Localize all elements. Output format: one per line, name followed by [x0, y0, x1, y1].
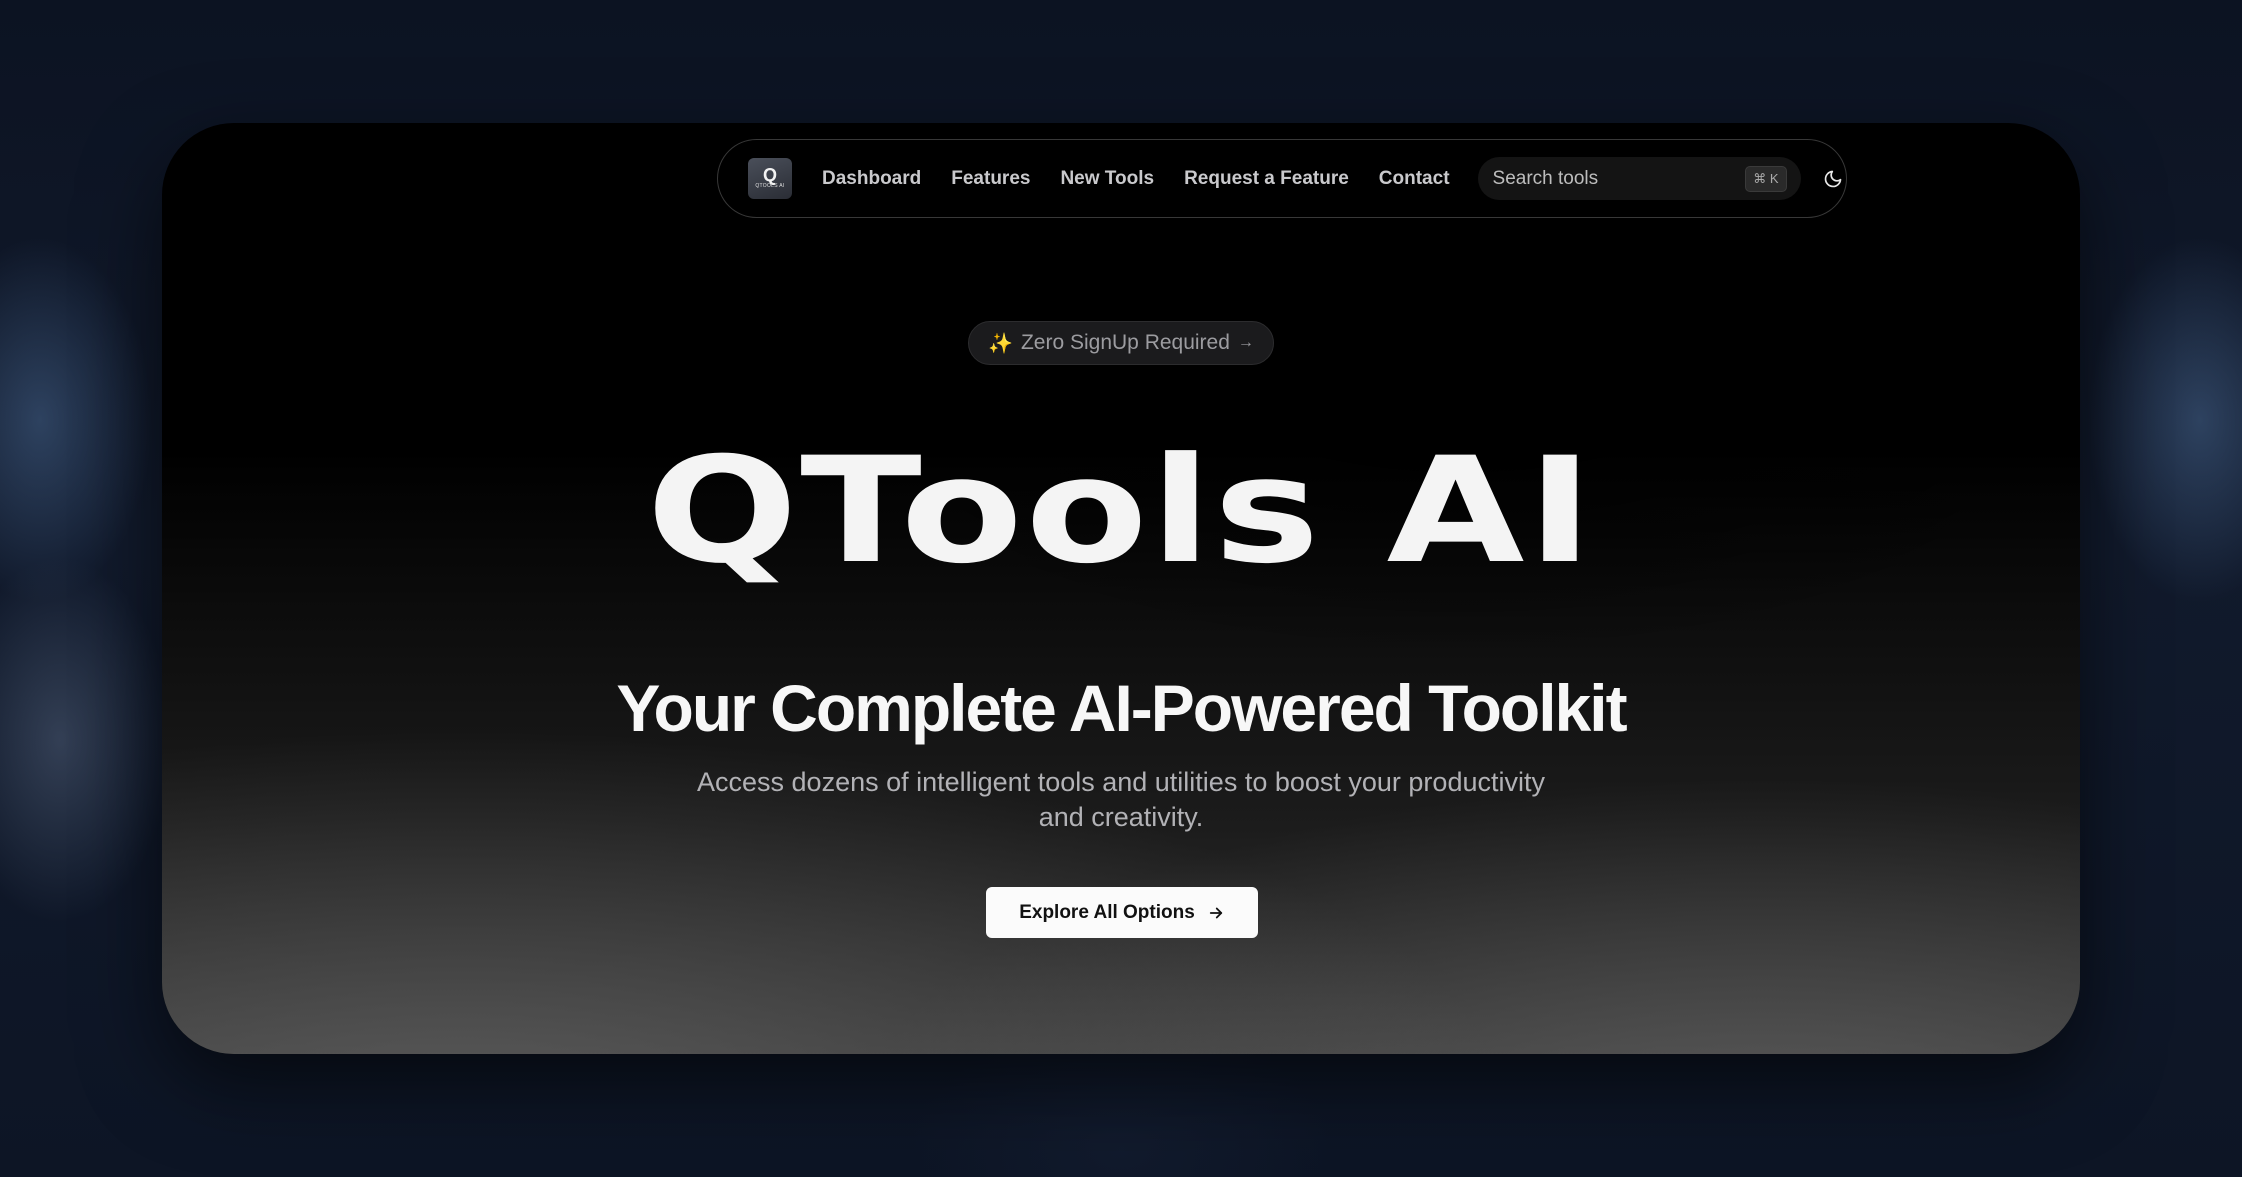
nav-link-request-feature[interactable]: Request a Feature — [1184, 168, 1349, 190]
sparkles-icon: ✨ — [988, 332, 1013, 355]
moon-icon — [1824, 170, 1841, 187]
logo-text: QTOOLS AI — [755, 183, 785, 189]
arrow-right-icon — [1209, 907, 1222, 918]
search-input[interactable]: Search tools ⌘ K — [1477, 157, 1801, 200]
nav-link-new-tools[interactable]: New Tools — [1060, 168, 1154, 190]
cta-label: Explore All Options — [1019, 901, 1195, 923]
hero-tagline: Your Complete AI-Powered Toolkit — [616, 671, 1627, 745]
logo-glyph: Q — [762, 165, 777, 185]
nav-link-dashboard[interactable]: Dashboard — [822, 168, 921, 190]
brand-title: QTools AI — [646, 426, 1596, 596]
top-navbar: Q QTOOLS AI Dashboard Features New Tools… — [717, 139, 1847, 218]
nav-link-features[interactable]: Features — [951, 168, 1030, 190]
theme-toggle-button[interactable] — [1823, 167, 1843, 191]
explore-all-options-button[interactable]: Explore All Options — [986, 887, 1258, 938]
search-shortcut-badge: ⌘ K — [1745, 165, 1787, 192]
nav-link-contact[interactable]: Contact — [1379, 168, 1450, 190]
signup-badge[interactable]: ✨ Zero SignUp Required → — [968, 321, 1274, 365]
hero-subtitle: Access dozens of intelligent tools and u… — [697, 767, 1545, 832]
arrow-right-icon: → — [1237, 334, 1254, 351]
search-placeholder: Search tools — [1492, 167, 1599, 189]
logo[interactable]: Q QTOOLS AI — [748, 158, 792, 199]
badge-text: Zero SignUp Required — [1020, 331, 1230, 354]
hero-card: Q QTOOLS AI Dashboard Features New Tools… — [162, 123, 2080, 1054]
